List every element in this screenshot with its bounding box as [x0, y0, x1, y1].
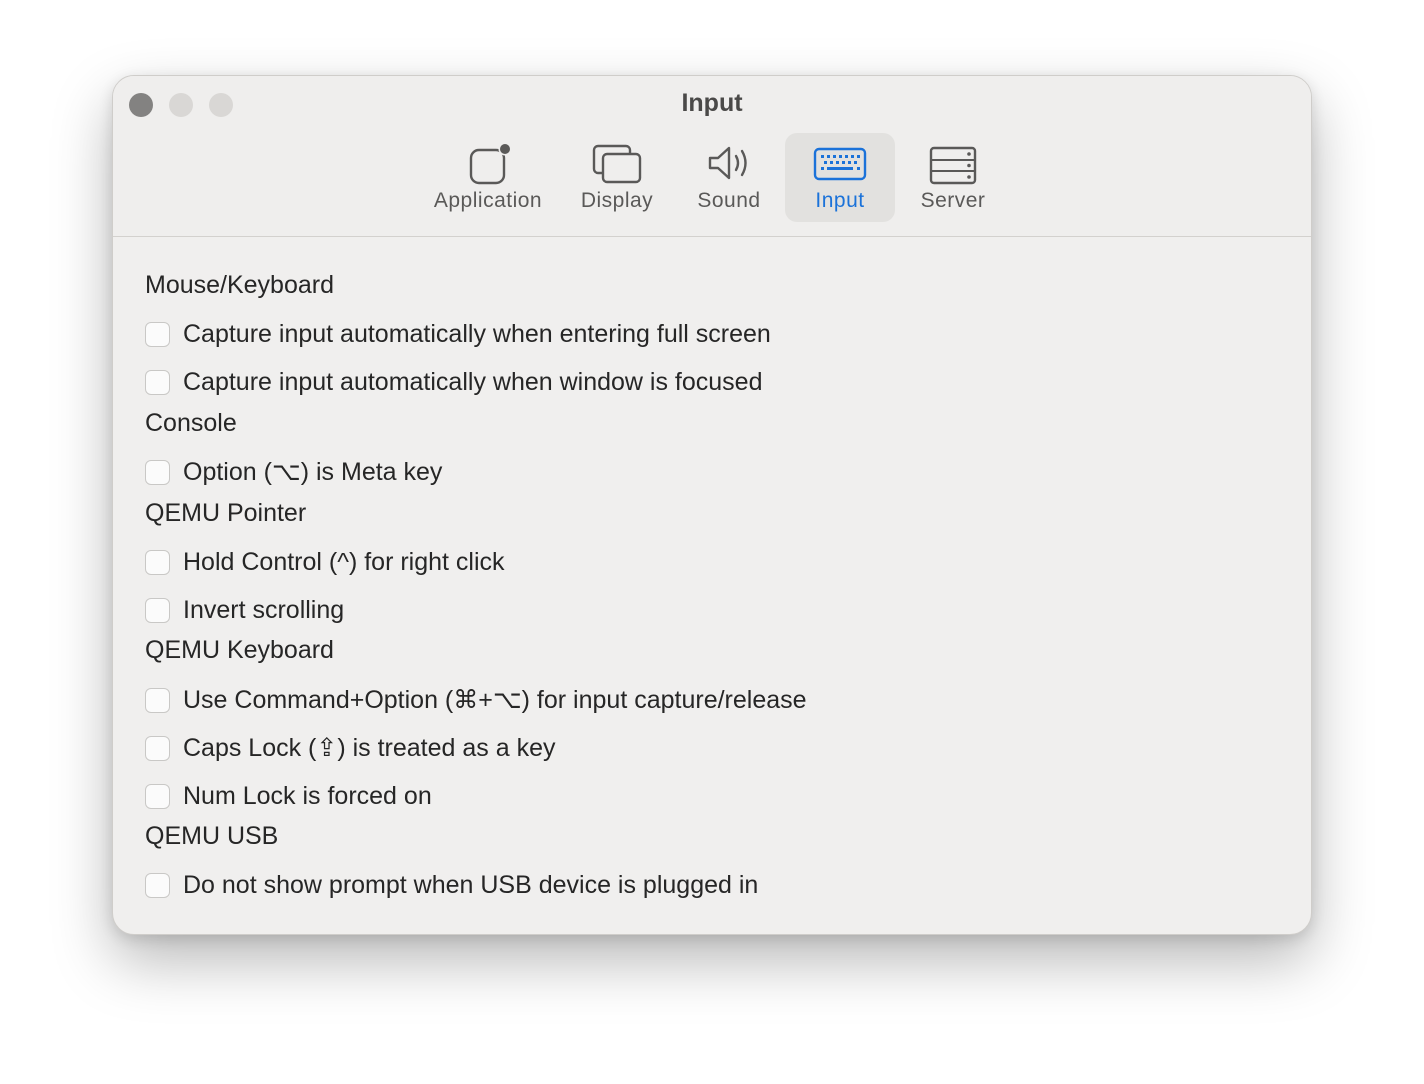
option-label: Use Command+Option (⌘+⌥) for input captu… [183, 686, 807, 714]
option-command-option-capture[interactable]: Use Command+Option (⌘+⌥) for input captu… [145, 684, 807, 716]
option-option-meta-key[interactable]: Option (⌥) is Meta key [145, 456, 442, 488]
section-qemu-pointer: QEMU Pointer [145, 499, 307, 527]
tab-application-label: Application [433, 189, 543, 212]
option-num-lock-forced[interactable]: Num Lock is forced on [145, 780, 432, 812]
option-capture-fullscreen[interactable]: Capture input automatically when enterin… [145, 318, 771, 350]
tab-server[interactable]: Server [905, 133, 1001, 222]
option-usb-no-prompt[interactable]: Do not show prompt when USB device is pl… [145, 869, 758, 901]
checkbox[interactable] [145, 783, 170, 809]
option-label: Invert scrolling [183, 595, 345, 624]
checkbox[interactable] [145, 459, 170, 485]
option-label: Option (⌥) is Meta key [183, 458, 443, 486]
keyboard-icon [813, 147, 867, 181]
preferences-toolbar: Application Display Sound Input Server [113, 133, 1311, 225]
display-icon [592, 144, 642, 184]
tab-input[interactable]: Input [785, 133, 895, 222]
tab-input-label: Input [815, 189, 865, 212]
option-invert-scrolling[interactable]: Invert scrolling [145, 594, 344, 626]
checkbox[interactable] [145, 687, 170, 713]
title-bar: Input Application Display Sound Input Se… [113, 76, 1311, 237]
option-label: Hold Control (^) for right click [183, 547, 505, 576]
tab-display-label: Display [580, 189, 654, 212]
option-label: Num Lock is forced on [183, 781, 432, 810]
option-control-right-click[interactable]: Hold Control (^) for right click [145, 546, 505, 578]
option-label: Do not show prompt when USB device is pl… [183, 870, 759, 899]
section-mouse-keyboard: Mouse/Keyboard [145, 271, 335, 299]
option-caps-lock-key[interactable]: Caps Lock (⇪) is treated as a key [145, 732, 556, 764]
section-qemu-usb: QEMU USB [145, 822, 279, 850]
tab-sound-label: Sound [697, 189, 761, 212]
tab-server-label: Server [920, 189, 986, 212]
option-label: Caps Lock (⇪) is treated as a key [183, 734, 556, 762]
checkbox[interactable] [145, 549, 170, 575]
speaker-icon [708, 146, 747, 180]
preferences-window: Input Application Display Sound Input Se… [112, 75, 1312, 935]
server-icon [929, 146, 977, 185]
option-label: Capture input automatically when window … [183, 367, 763, 396]
section-console: Console [145, 409, 237, 437]
tab-sound[interactable]: Sound [679, 133, 779, 222]
tab-application[interactable]: Application [423, 133, 553, 222]
section-qemu-keyboard: QEMU Keyboard [145, 636, 334, 664]
option-capture-focused[interactable]: Capture input automatically when window … [145, 366, 762, 398]
option-label: Capture input automatically when enterin… [183, 319, 771, 348]
checkbox[interactable] [145, 369, 170, 395]
checkbox[interactable] [145, 872, 170, 898]
window-title: Input [681, 89, 743, 117]
checkbox[interactable] [145, 321, 170, 347]
checkbox[interactable] [145, 597, 170, 623]
tab-display[interactable]: Display [565, 133, 669, 222]
application-icon [469, 142, 512, 185]
checkbox[interactable] [145, 735, 170, 761]
